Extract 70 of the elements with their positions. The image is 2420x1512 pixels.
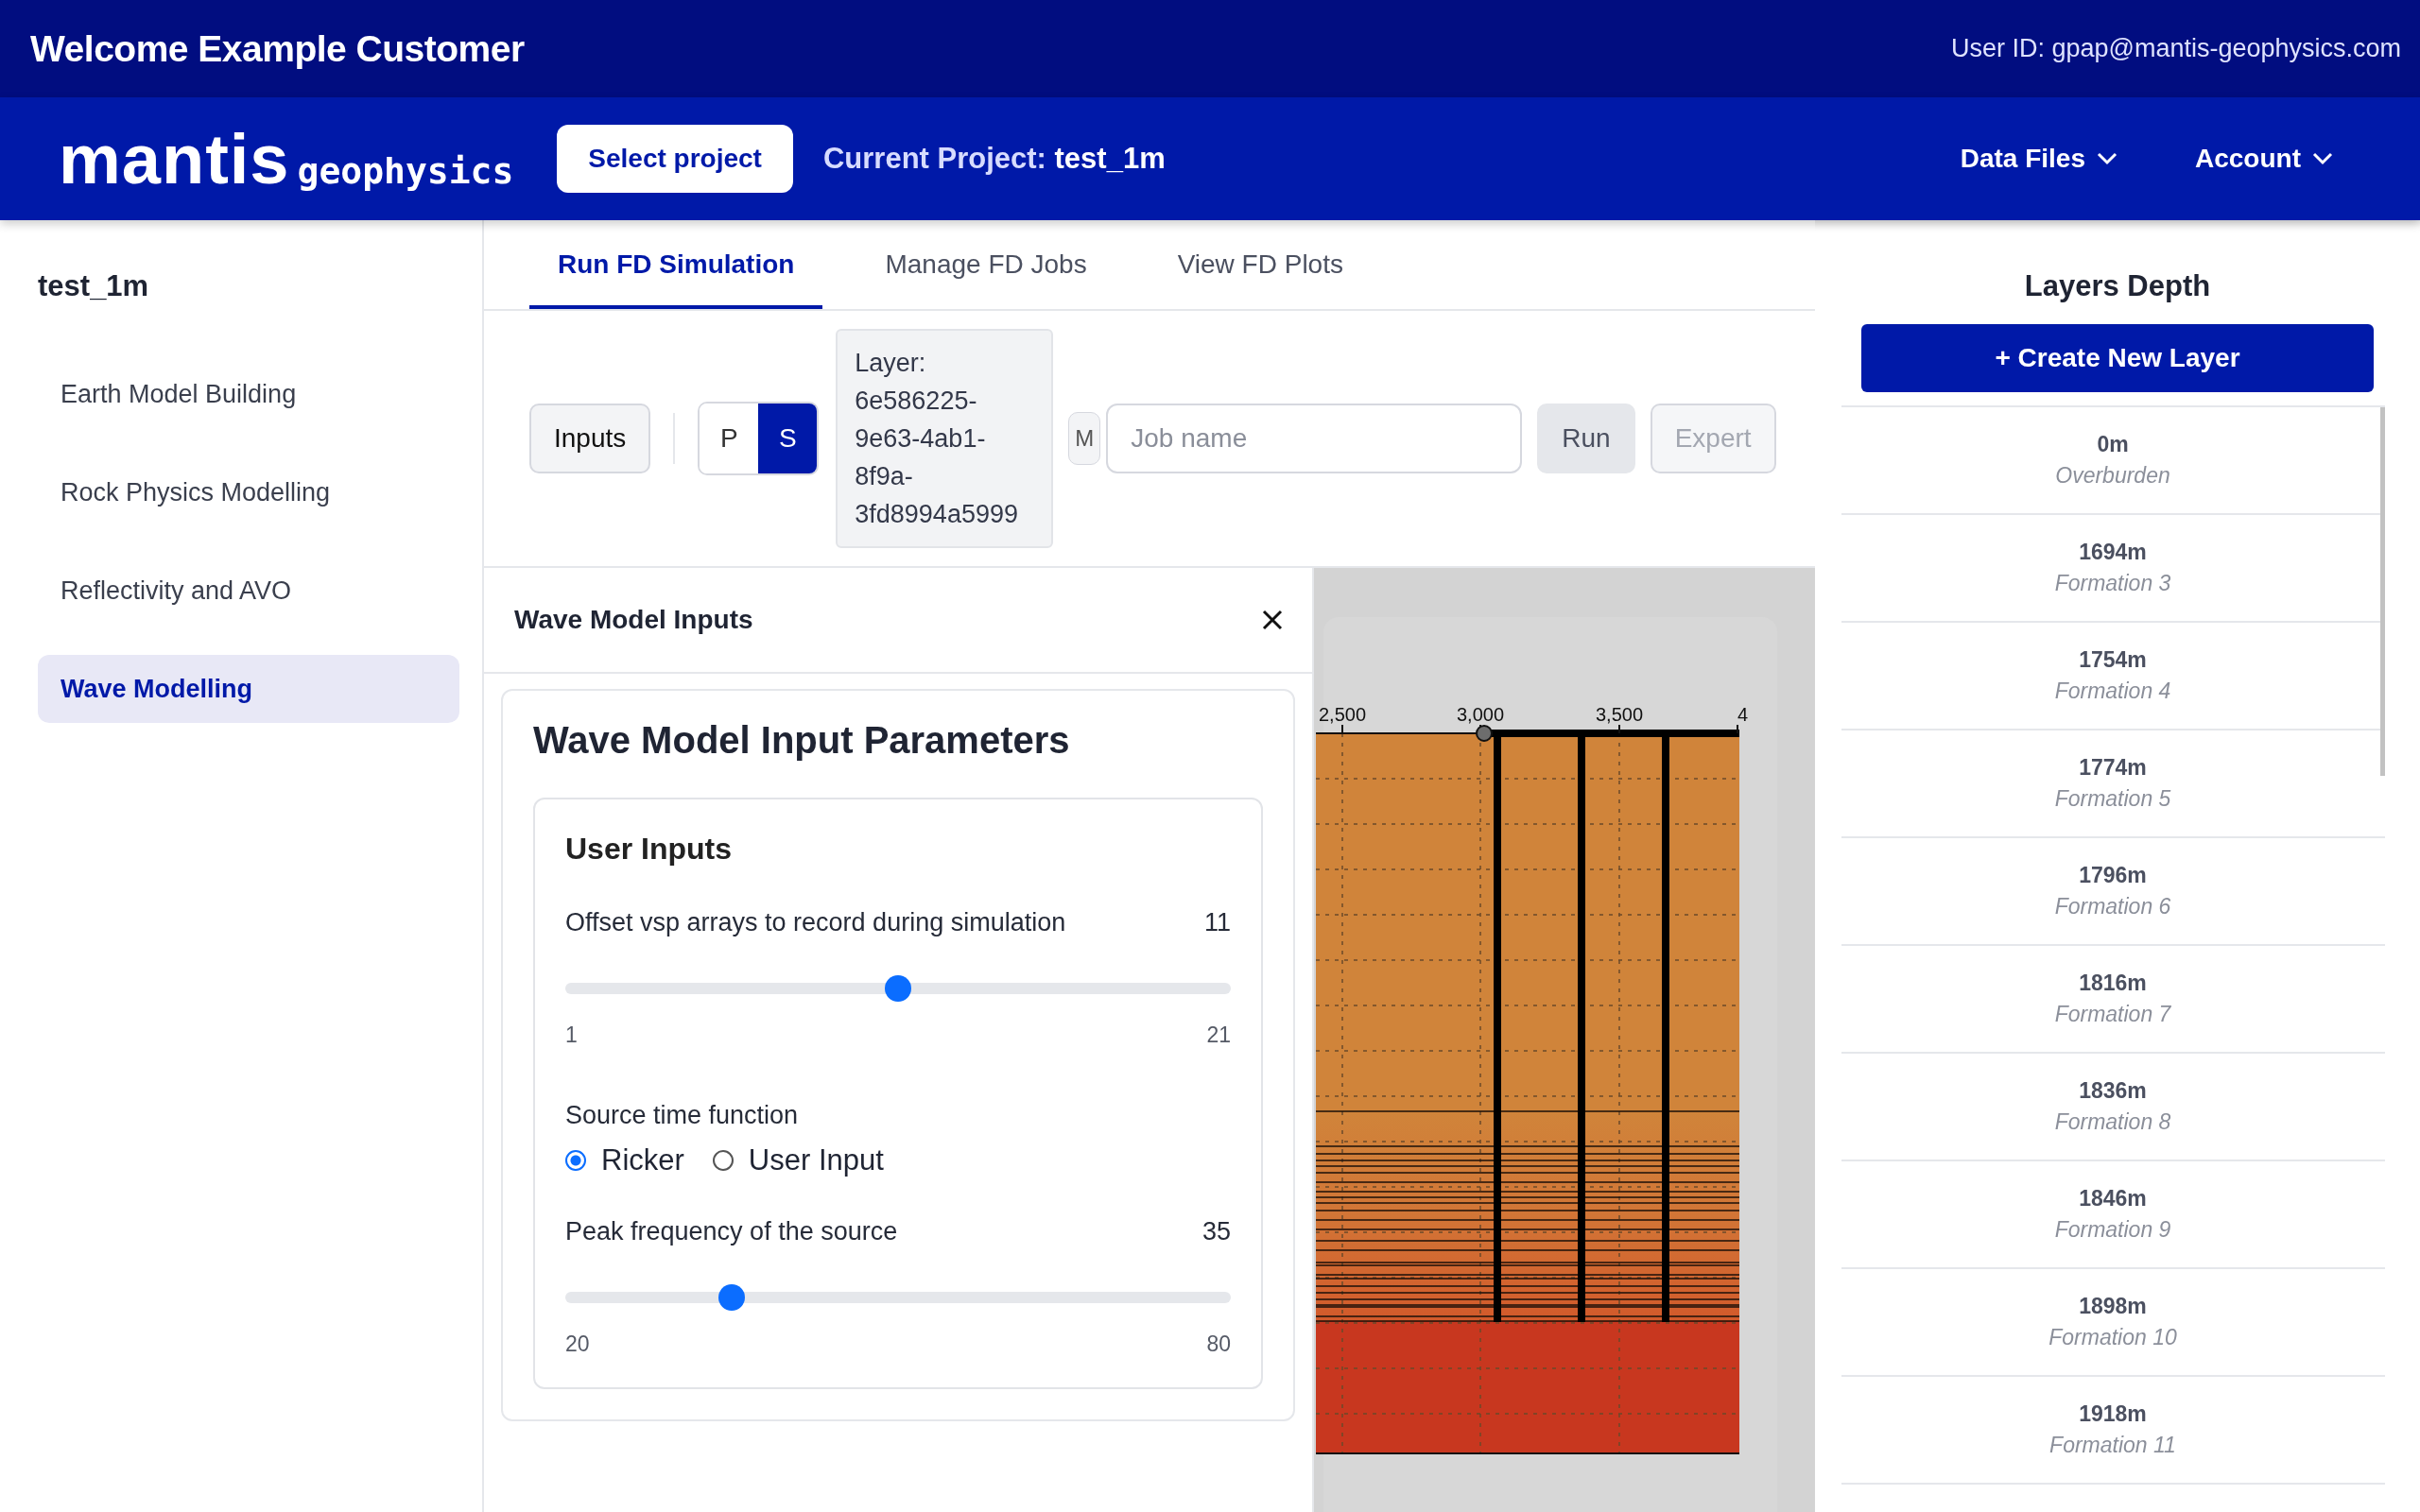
layer-name: Formation 7 xyxy=(2054,1002,2171,1027)
panel-title: Wave Model Inputs xyxy=(514,605,753,635)
close-icon[interactable] xyxy=(1261,609,1284,631)
layer-name: Formation 9 xyxy=(2054,1217,2171,1243)
layer-depth: 1918m xyxy=(2079,1401,2147,1427)
tab[interactable]: Manage FD Jobs xyxy=(856,220,1115,309)
axis-tick-label: 3,000 xyxy=(1456,704,1505,725)
project-name: test_1m xyxy=(38,269,149,303)
layer-name: Overburden xyxy=(2055,463,2170,489)
layer-depth: 1796m xyxy=(2079,863,2147,888)
slider-min: 1 xyxy=(565,1022,578,1048)
sidebar-item[interactable]: Earth Model Building xyxy=(38,360,459,428)
run-button[interactable]: Run xyxy=(1537,404,1635,473)
layer-depth: 1694m xyxy=(2079,540,2147,565)
slider-label: Peak frequency of the source xyxy=(565,1217,898,1246)
sidebar-item[interactable]: Reflectivity and AVO xyxy=(38,557,459,625)
radio-group-label: Source time function xyxy=(565,1101,799,1129)
slider-thumb[interactable] xyxy=(885,975,911,1002)
layer-name: Formation 8 xyxy=(2054,1109,2171,1135)
layer-name: Formation 11 xyxy=(2049,1433,2176,1458)
current-project: Current Project: test_1m xyxy=(822,142,1166,176)
partial-button[interactable]: M xyxy=(1068,412,1101,465)
layer-depth: 1836m xyxy=(2079,1078,2147,1104)
layer-depth: 1816m xyxy=(2079,971,2147,996)
radio-label: Ricker xyxy=(601,1143,684,1177)
job-name-field[interactable]: Job name xyxy=(1106,404,1523,473)
panel-title: Layers Depth xyxy=(2024,269,2211,303)
layer-depth: 1898m xyxy=(2079,1294,2147,1319)
tab[interactable]: View FD Plots xyxy=(1149,220,1372,309)
user-id: User ID: gpap@mantis-geophysics.com xyxy=(1950,34,2401,63)
layer-name: Formation 10 xyxy=(2048,1325,2177,1350)
select-project-button[interactable]: Select project xyxy=(557,125,793,193)
radio-button[interactable] xyxy=(712,1150,734,1171)
layer-depth: 1774m xyxy=(2079,755,2147,781)
tab[interactable]: Run FD Simulation xyxy=(529,220,823,309)
axis-tick-label: 3,500 xyxy=(1595,704,1644,725)
slider-label: Offset vsp arrays to record during simulation xyxy=(565,908,1066,937)
slider-thumb[interactable] xyxy=(718,1284,745,1311)
wave-type-toggle[interactable]: S xyxy=(758,404,818,473)
slider-value: 35 xyxy=(1201,1217,1231,1246)
layer-name: Formation 5 xyxy=(2054,786,2171,812)
axis-tick-label: 2,500 xyxy=(1318,704,1367,725)
layer-name: Formation 3 xyxy=(2054,571,2171,596)
section-title: User Inputs xyxy=(565,832,733,867)
nav-menu[interactable]: Data Files xyxy=(1960,144,2118,174)
create-layer-button[interactable]: + Create New Layer xyxy=(1861,324,2374,392)
sidebar-item[interactable]: Rock Physics Modelling xyxy=(38,458,459,526)
layer-name: Formation 6 xyxy=(2054,894,2171,919)
slider-value: 11 xyxy=(1203,908,1231,937)
layer-name: Formation 4 xyxy=(2054,679,2171,704)
nav-menu[interactable]: Account xyxy=(2195,144,2333,174)
welcome-title: Welcome Example Customer xyxy=(30,27,525,70)
logo: mantis geophysics xyxy=(59,118,514,199)
layer-depth: 0m xyxy=(2097,432,2129,457)
chevron-down-icon xyxy=(2097,152,2118,165)
slider-track[interactable] xyxy=(565,975,1231,1002)
slider-max: 21 xyxy=(1206,1022,1231,1048)
inputs-button[interactable]: Inputs xyxy=(529,404,651,473)
layer-info: Layer: 6e586225-9e63-4ab1-8f9a-3fd8994a5999 xyxy=(836,329,1054,548)
radio-button[interactable] xyxy=(565,1150,586,1171)
layer-depth: 1754m xyxy=(2079,647,2147,673)
chevron-down-icon xyxy=(2312,152,2333,165)
radio-label: User Input xyxy=(748,1143,884,1177)
sidebar-item[interactable]: Wave Modelling xyxy=(38,655,459,723)
axis-tick-label: 4 xyxy=(1737,704,1749,725)
slider-max: 80 xyxy=(1206,1332,1231,1357)
slider-track[interactable] xyxy=(565,1284,1231,1311)
layer-depth: 1846m xyxy=(2079,1186,2147,1211)
card-title: Wave Model Input Parameters xyxy=(533,719,1070,762)
slider-min: 20 xyxy=(565,1332,590,1357)
